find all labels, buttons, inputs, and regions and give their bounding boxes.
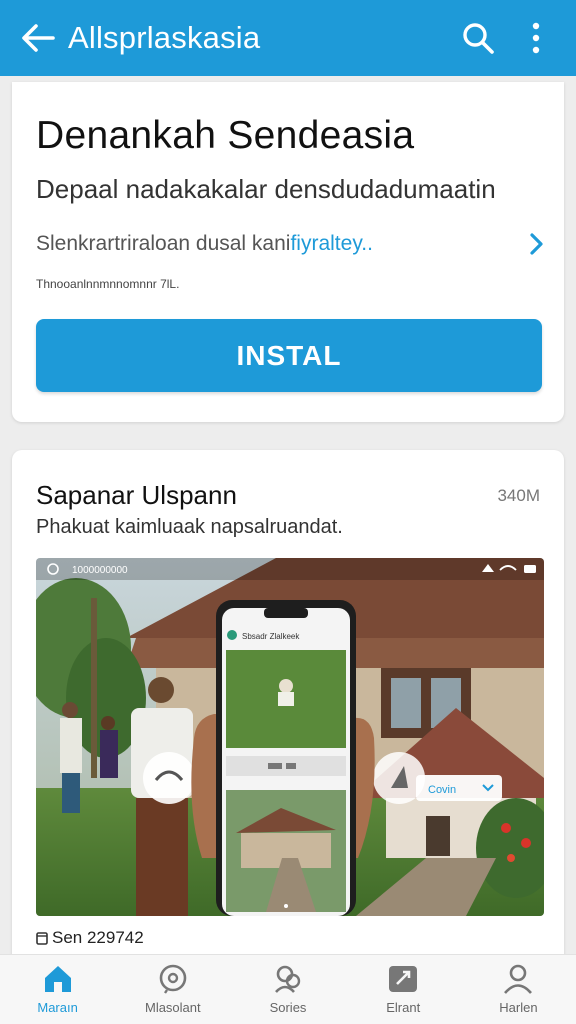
updates-icon xyxy=(389,966,418,992)
app-title: Denankah Sendeasia xyxy=(36,114,415,157)
install-button[interactable]: INSTAL xyxy=(36,319,542,392)
back-button[interactable] xyxy=(18,18,58,58)
app-info-row[interactable]: Slenkrartriraloan dusal kanifiyraltey.. xyxy=(36,230,546,258)
preview-footer: Sen 229742 xyxy=(36,928,144,948)
stories-icon xyxy=(275,965,301,993)
search-button[interactable] xyxy=(456,16,500,60)
app-bar-title: Allsprlaskasia xyxy=(68,20,261,55)
nav-item-home[interactable]: Maraın xyxy=(0,955,115,1024)
nav-label-stories: Sories xyxy=(269,1000,307,1015)
nav-item-discover[interactable]: Mlasolant xyxy=(115,955,230,1024)
preview-footer-text: Sen 229742 xyxy=(52,928,144,947)
nav-item-updates[interactable]: Elrant xyxy=(346,955,461,1024)
preview-description: Phakuat kaimluaak napsalruandat. xyxy=(36,516,343,538)
bottom-nav: Maraın Mlasolant Sories Elrant Harlen xyxy=(0,954,576,1024)
app-info-card: Denankah Sendeasia Depaal nadakakalar de… xyxy=(12,82,564,422)
arrow-left-icon xyxy=(22,24,55,52)
dropdown-label: Covin xyxy=(428,784,456,796)
search-icon xyxy=(463,23,494,54)
preview-title: Sapanar Ulspann xyxy=(36,480,237,510)
home-icon xyxy=(44,966,71,992)
nav-label-discover: Mlasolant xyxy=(144,1000,201,1015)
app-info-text: Slenkrartriraloan dusal kanifiyraltey.. xyxy=(36,232,528,256)
preview-card: Sapanar Ulspann 340M Phakuat kaimluaak n… xyxy=(12,450,564,970)
nav-item-profile[interactable]: Harlen xyxy=(461,955,576,1024)
status-time: 1000000000 xyxy=(72,565,128,576)
nav-label-updates: Elrant xyxy=(386,1000,421,1015)
app-info-plain: Slenkrartriraloan dusal kani xyxy=(36,232,291,255)
profile-icon xyxy=(504,964,533,994)
phone-header: Sbsadr Zlalkeek xyxy=(242,632,300,641)
app-subtitle: Depaal nadakakalar densdudadumaatin xyxy=(36,174,496,204)
app-bar: Allsprlaskasia xyxy=(0,0,576,76)
nav-label-profile: Harlen xyxy=(499,1000,538,1015)
app-meta: Thnooanlnnmnnomnnr 7lL. xyxy=(36,277,180,291)
chevron-right-icon xyxy=(530,233,543,255)
discover-icon xyxy=(159,964,187,994)
preview-size: 340M xyxy=(497,486,540,505)
more-options-button[interactable] xyxy=(514,16,558,60)
screenshot-illustration: Covin Sbsadr Zlalkeek 1000000000 xyxy=(36,558,544,916)
calendar-icon xyxy=(36,932,48,945)
app-info-link[interactable]: fiyraltey.. xyxy=(290,232,372,255)
nav-label-home: Maraın xyxy=(37,1000,78,1015)
preview-screenshot[interactable]: Covin Sbsadr Zlalkeek 1000000000 xyxy=(36,558,544,916)
nav-item-stories[interactable]: Sories xyxy=(230,955,345,1024)
more-vertical-icon xyxy=(532,22,540,54)
